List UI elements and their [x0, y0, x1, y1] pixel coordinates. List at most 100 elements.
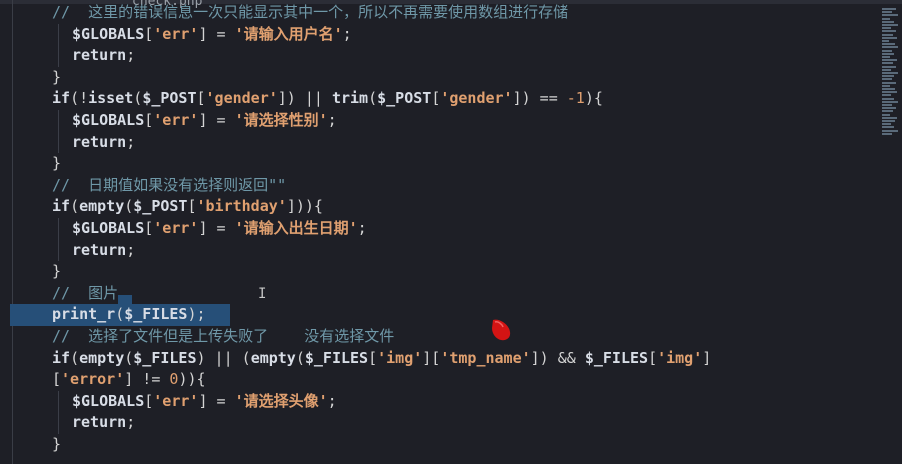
- code-token: $_POST: [377, 89, 432, 108]
- code-token: empty: [79, 348, 125, 367]
- minimap-line: [882, 81, 896, 84]
- code-token: '请选择性别': [234, 111, 328, 129]
- code-token: (: [368, 89, 378, 108]
- code-token: // 日期值如果没有选择则返回"": [52, 175, 287, 194]
- code-editor[interactable]: // 这里的错误信息一次只能显示其中一个，所以不再需要使用数组进行存储 $GLOB…: [0, 0, 880, 464]
- code-line[interactable]: // 图片: [52, 283, 902, 305]
- code-line[interactable]: // 这里的错误信息一次只能显示其中一个，所以不再需要使用数组进行存储: [52, 2, 902, 24]
- code-line[interactable]: if(empty($_POST['birthday'])){: [52, 196, 902, 218]
- code-token: 'gender': [440, 89, 513, 108]
- code-token: [: [196, 89, 206, 108]
- code-token: )){: [178, 370, 206, 389]
- code-token: (: [124, 197, 134, 216]
- code-token: [: [648, 348, 658, 367]
- code-token: }: [52, 154, 62, 173]
- code-token: [: [187, 197, 197, 216]
- minimap-line: [882, 40, 889, 42]
- minimap-line: [882, 100, 898, 103]
- minimap-line: [882, 84, 890, 87]
- code-line[interactable]: return;: [72, 412, 902, 434]
- code-token: ] =: [198, 391, 235, 410]
- minimap-line: [882, 17, 890, 20]
- code-line[interactable]: $GLOBALS['err'] = '请输入出生日期';: [72, 218, 902, 240]
- code-line[interactable]: return;: [72, 240, 902, 262]
- code-token: isset: [88, 89, 134, 108]
- code-token: if: [52, 197, 71, 216]
- code-token: ;: [357, 219, 367, 237]
- minimap-line: [882, 68, 891, 71]
- indent-guide: [58, 218, 59, 240]
- code-token: (!: [70, 89, 89, 108]
- minimap-line: [882, 72, 898, 74]
- code-line[interactable]: ['error'] != 0)){: [52, 369, 902, 391]
- code-line[interactable]: }: [52, 434, 902, 456]
- code-token: $GLOBALS: [72, 391, 145, 410]
- code-token: ] =: [198, 219, 235, 237]
- code-token: ]) ==: [512, 89, 567, 108]
- minimap-line: [882, 49, 892, 52]
- code-token: [: [144, 111, 154, 129]
- code-token: ] !=: [124, 370, 170, 389]
- indent-guide: [58, 110, 59, 132]
- code-token: 'err': [153, 24, 199, 43]
- code-token: ]: [702, 348, 712, 367]
- code-line[interactable]: // 日期值如果没有选择则返回"": [52, 175, 902, 197]
- code-line[interactable]: }: [52, 261, 902, 283]
- code-token: 'tmp_name': [440, 348, 531, 367]
- code-token: if: [52, 89, 71, 108]
- minimap[interactable]: [880, 8, 902, 138]
- indent-guide: [58, 131, 59, 154]
- code-token: [: [431, 89, 441, 108]
- minimap-line: [882, 107, 896, 110]
- code-token: // 这里的错误信息一次只能显示其中一个，所以不再需要使用数组进行存储: [52, 3, 569, 21]
- code-token: ;: [126, 46, 136, 65]
- minimap-line: [882, 8, 896, 10]
- code-token: ]) ||: [277, 89, 332, 108]
- code-line[interactable]: if(empty($_FILES) || (empty($_FILES['img…: [52, 348, 902, 370]
- mouse-pointer-icon: [492, 319, 511, 341]
- code-line[interactable]: // 选择了文件但是上传失败了 没有选择文件: [52, 326, 902, 348]
- code-token: ;: [126, 132, 136, 151]
- code-token: $_FILES: [304, 348, 369, 367]
- minimap-line: [882, 46, 898, 49]
- code-token: $GLOBALS: [72, 219, 145, 237]
- code-token: '请输入用户名': [234, 24, 343, 43]
- code-token: // 图片: [52, 283, 119, 302]
- minimap-line: [882, 56, 890, 58]
- code-token: ] =: [198, 24, 235, 43]
- code-token: '请选择头像': [234, 391, 328, 410]
- code-line[interactable]: $GLOBALS['err'] = '请选择性别';: [72, 110, 902, 132]
- code-token: empty: [250, 348, 296, 367]
- code-line[interactable]: return;: [72, 132, 902, 154]
- code-token: ;: [342, 24, 352, 43]
- code-line[interactable]: }: [52, 67, 902, 89]
- code-token: $GLOBALS: [72, 24, 145, 43]
- code-line[interactable]: $GLOBALS['err'] = '请选择头像';: [72, 391, 902, 413]
- code-token: -1: [566, 89, 585, 108]
- minimap-line: [882, 33, 893, 36]
- code-line[interactable]: return;: [72, 45, 902, 67]
- code-line[interactable]: }: [52, 153, 902, 175]
- code-token: 'img': [377, 348, 423, 367]
- code-token: empty: [79, 197, 125, 216]
- code-token: return: [72, 413, 127, 432]
- minimap-line: [882, 132, 892, 135]
- code-token: ][: [422, 348, 441, 367]
- code-line[interactable]: print_r($_FILES);: [52, 304, 902, 326]
- code-line[interactable]: $GLOBALS['err'] = '请输入用户名';: [72, 24, 902, 46]
- code-line[interactable]: if(!isset($_POST['gender']) || trim($_PO…: [52, 88, 902, 110]
- code-token: (: [133, 89, 143, 108]
- code-token: ]) &&: [530, 348, 585, 367]
- minimap-line: [882, 110, 893, 113]
- code-token: 'error': [61, 370, 125, 389]
- code-token: (: [70, 348, 80, 367]
- minimap-line: [882, 116, 897, 119]
- code-token: $_FILES: [584, 348, 649, 367]
- code-token: ] =: [198, 111, 235, 129]
- code-token: ;: [126, 240, 136, 259]
- minimap-line: [882, 104, 892, 106]
- code-token: }: [52, 262, 62, 281]
- code-token: }: [52, 67, 62, 86]
- minimap-line: [882, 36, 897, 39]
- minimap-line: [882, 88, 895, 90]
